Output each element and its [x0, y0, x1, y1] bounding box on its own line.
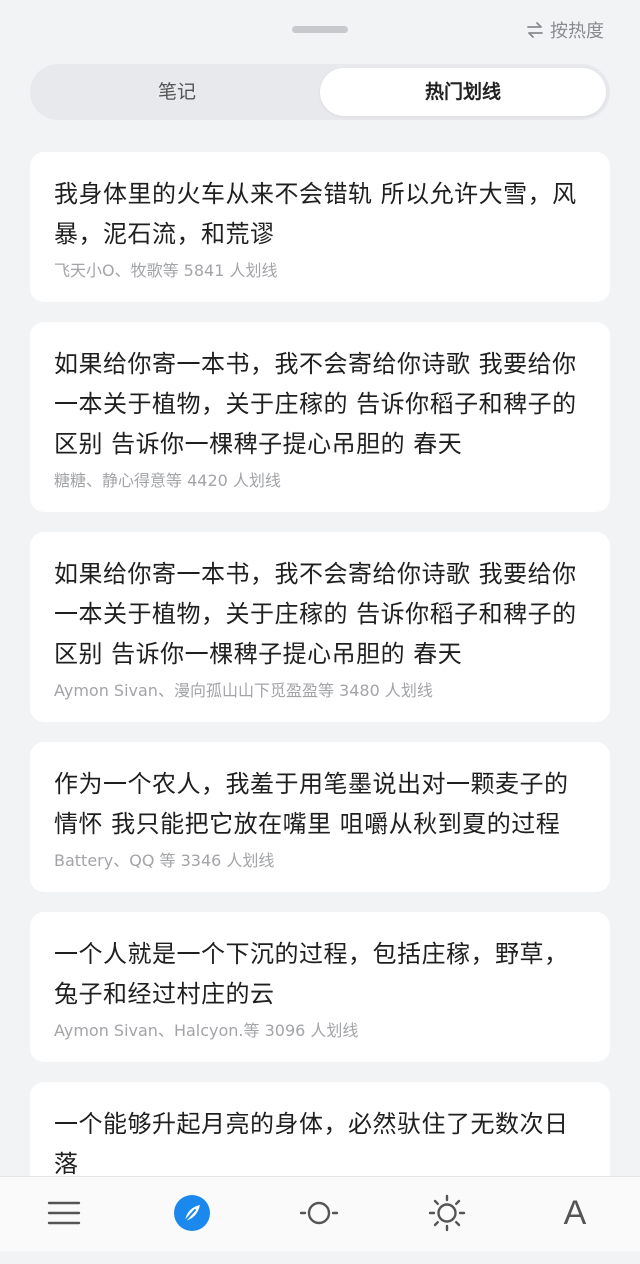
- compass-icon: [174, 1195, 210, 1231]
- progress-icon: [299, 1201, 339, 1225]
- tab-hot-highlights[interactable]: 热门划线: [320, 68, 606, 116]
- segmented-tabs: 笔记 热门划线: [30, 64, 610, 120]
- highlight-quote: 一个人就是一个下沉的过程，包括庄稼，野草，兔子和经过村庄的云: [54, 940, 569, 1008]
- sort-label: 按热度: [550, 21, 604, 42]
- drag-handle[interactable]: [292, 26, 348, 33]
- font-icon: A: [563, 1194, 587, 1232]
- tab-notes[interactable]: 笔记: [34, 68, 320, 116]
- highlight-meta: 飞天小O、牧歌等 5841 人划线: [54, 261, 278, 280]
- progress-button[interactable]: [297, 1191, 341, 1235]
- highlight-card[interactable]: 作为一个农人，我羞于用笔墨说出对一颗麦子的情怀 我只能把它放在嘴里 咀嚼从秋到夏…: [30, 742, 610, 892]
- highlight-quote: 如果给你寄一本书，我不会寄给你诗歌 我要给你一本关于植物，关于庄稼的 告诉你稻子…: [54, 350, 577, 458]
- highlight-list: 我身体里的火车从来不会错轨 所以允许大雪，风暴，泥石流，和荒谬 飞天小O、牧歌等…: [30, 152, 610, 1264]
- highlight-quote: 作为一个农人，我羞于用笔墨说出对一颗麦子的情怀 我只能把它放在嘴里 咀嚼从秋到夏…: [54, 770, 569, 838]
- highlight-quote: 我身体里的火车从来不会错轨 所以允许大雪，风暴，泥石流，和荒谬: [54, 180, 577, 248]
- highlight-card[interactable]: 如果给你寄一本书，我不会寄给你诗歌 我要给你一本关于植物，关于庄稼的 告诉你稻子…: [30, 322, 610, 512]
- highlight-meta: 糖糖、静心得意等 4420 人划线: [54, 471, 281, 490]
- brightness-icon: [428, 1194, 466, 1232]
- brightness-button[interactable]: [425, 1191, 469, 1235]
- menu-button[interactable]: [42, 1191, 86, 1235]
- bottom-toolbar: A: [0, 1176, 640, 1251]
- highlight-meta: Aymon Sivan、Halcyon.等 3096 人划线: [54, 1021, 359, 1040]
- highlight-meta: Aymon Sivan、漫向孤山山下觅盈盈等 3480 人划线: [54, 681, 433, 700]
- font-settings-button[interactable]: A: [553, 1191, 597, 1235]
- menu-icon: [47, 1201, 81, 1225]
- highlight-card[interactable]: 如果给你寄一本书，我不会寄给你诗歌 我要给你一本关于植物，关于庄稼的 告诉你稻子…: [30, 532, 610, 722]
- swap-icon: [527, 22, 543, 38]
- highlight-card[interactable]: 我身体里的火车从来不会错轨 所以允许大雪，风暴，泥石流，和荒谬 飞天小O、牧歌等…: [30, 152, 610, 302]
- highlight-card[interactable]: 一个人就是一个下沉的过程，包括庄稼，野草，兔子和经过村庄的云 Aymon Siv…: [30, 912, 610, 1062]
- highlight-meta: Battery、QQ 等 3346 人划线: [54, 851, 275, 870]
- sort-button[interactable]: 按热度: [526, 16, 604, 44]
- highlight-quote: 如果给你寄一本书，我不会寄给你诗歌 我要给你一本关于植物，关于庄稼的 告诉你稻子…: [54, 560, 577, 668]
- explore-button[interactable]: [170, 1191, 214, 1235]
